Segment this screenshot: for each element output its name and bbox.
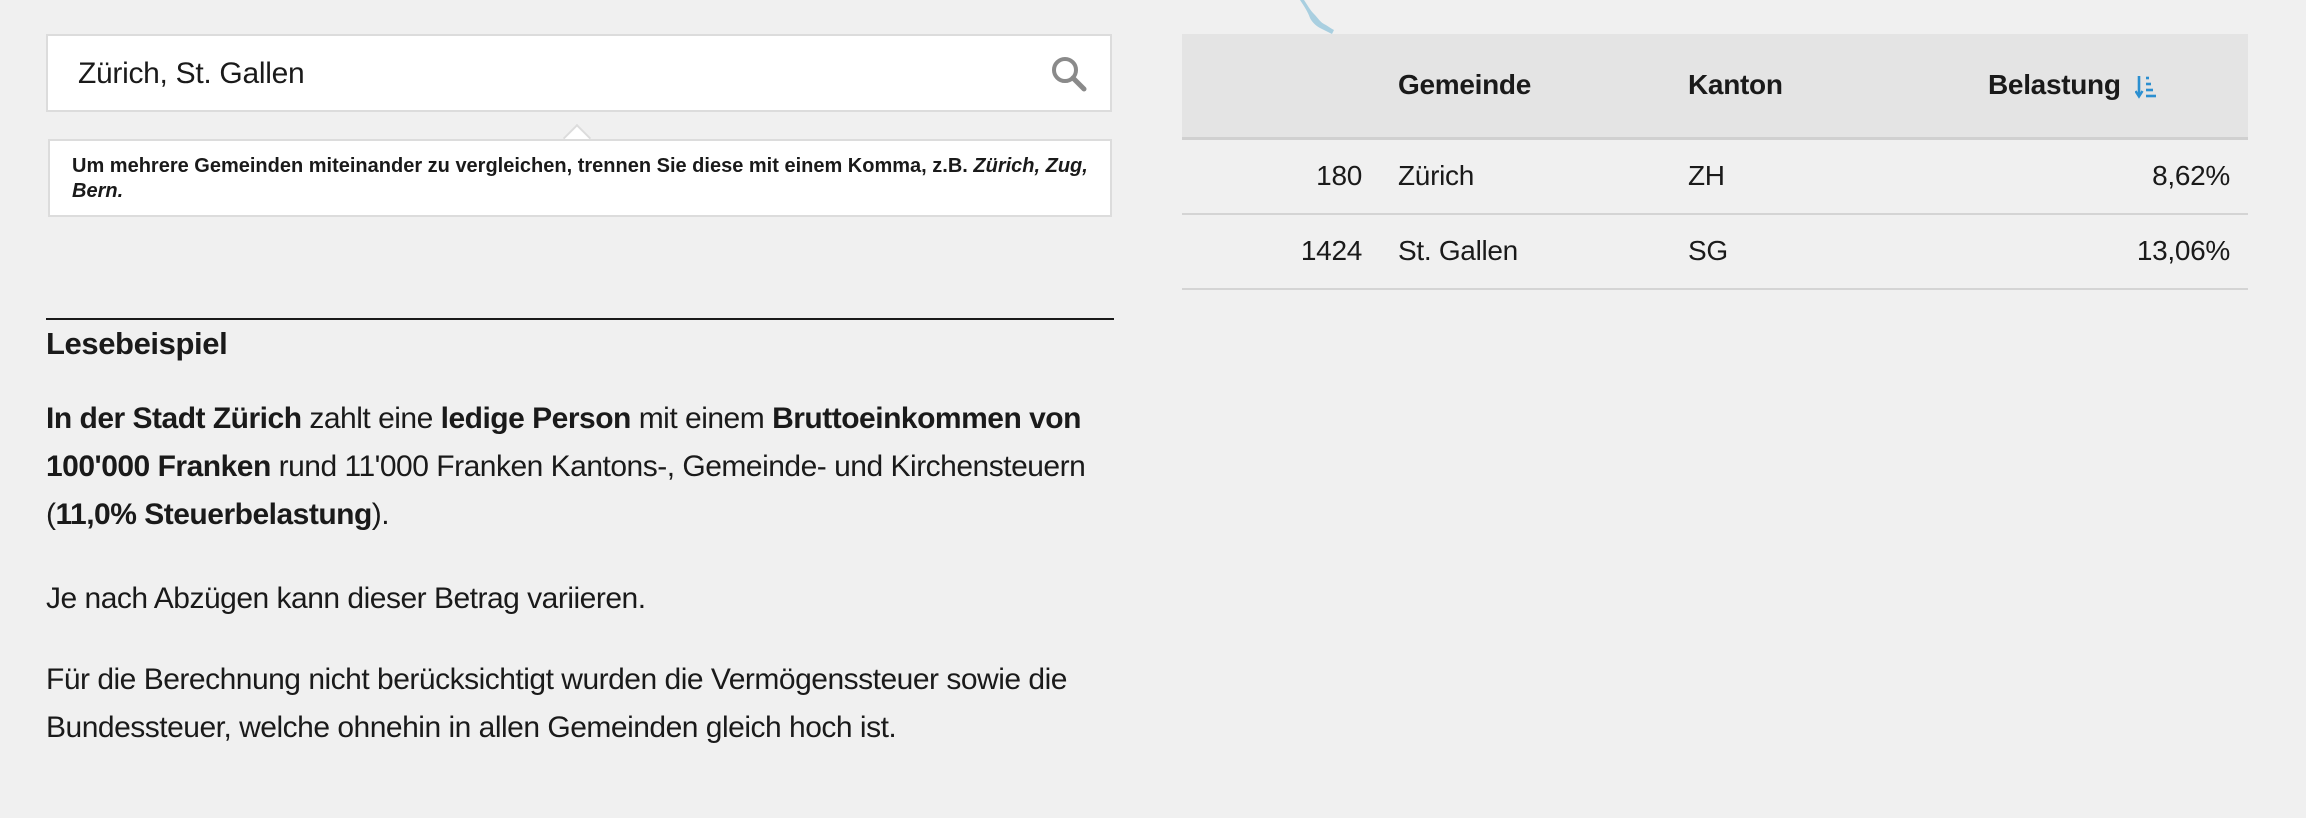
row-kanton: SG [1688,213,1988,290]
section-divider [46,318,1114,320]
column-header-gemeinde[interactable]: Gemeinde [1362,34,1688,140]
table-header-row: Gemeinde Kanton Belastung [1182,34,2248,140]
example-p1-bold-4: 11,0% Steuerbelastung [55,498,373,531]
column-header-gemeinde-label: Gemeinde [1398,69,1531,101]
row-rank: 1424 [1182,213,1362,290]
row-belastung: 8,62% [1988,138,2248,215]
example-paragraph-2: Je nach Abzügen kann dieser Betrag varii… [46,582,646,615]
example-paragraph-1: In der Stadt Zürich zahlt eine ledige Pe… [46,395,1126,539]
search-hint: Um mehrere Gemeinden miteinander zu verg… [48,139,1112,217]
table-row: 180 Zürich ZH 8,62% [1182,138,2248,215]
search-box[interactable] [46,34,1112,112]
column-header-belastung[interactable]: Belastung [1988,34,2248,140]
table-row: 1424 St. Gallen SG 13,06% [1182,213,2248,290]
search-icon[interactable] [1050,55,1088,93]
row-belastung: 13,06% [1988,213,2248,290]
column-header-kanton-label: Kanton [1688,69,1783,101]
example-heading: Lesebeispiel [46,326,228,361]
row-gemeinde: St. Gallen [1362,213,1688,290]
column-header-rank [1182,34,1362,140]
example-p1-text-4: ). [371,498,390,531]
example-p1-bold-2: ledige Person [440,402,632,435]
column-header-belastung-label: Belastung [1988,69,2121,101]
row-rank: 180 [1182,138,1362,215]
search-input[interactable] [76,36,1020,112]
example-p1-bold-1: In der Stadt Zürich [46,402,302,435]
row-kanton: ZH [1688,138,1988,215]
hint-text: Um mehrere Gemeinden miteinander zu verg… [72,155,968,177]
column-header-kanton[interactable]: Kanton [1688,34,1988,140]
map-fragment [1300,0,1334,34]
example-p1-text-1: zahlt eine [301,402,441,435]
example-p1-text-2: mit einem [630,402,773,435]
row-gemeinde: Zürich [1362,138,1688,215]
example-paragraph-3: Für die Berechnung nicht berücksichtigt … [46,663,1067,744]
results-table: Gemeinde Kanton Belastung 180 Zürich ZH … [1182,34,2248,290]
sort-descending-icon[interactable] [2134,74,2157,100]
